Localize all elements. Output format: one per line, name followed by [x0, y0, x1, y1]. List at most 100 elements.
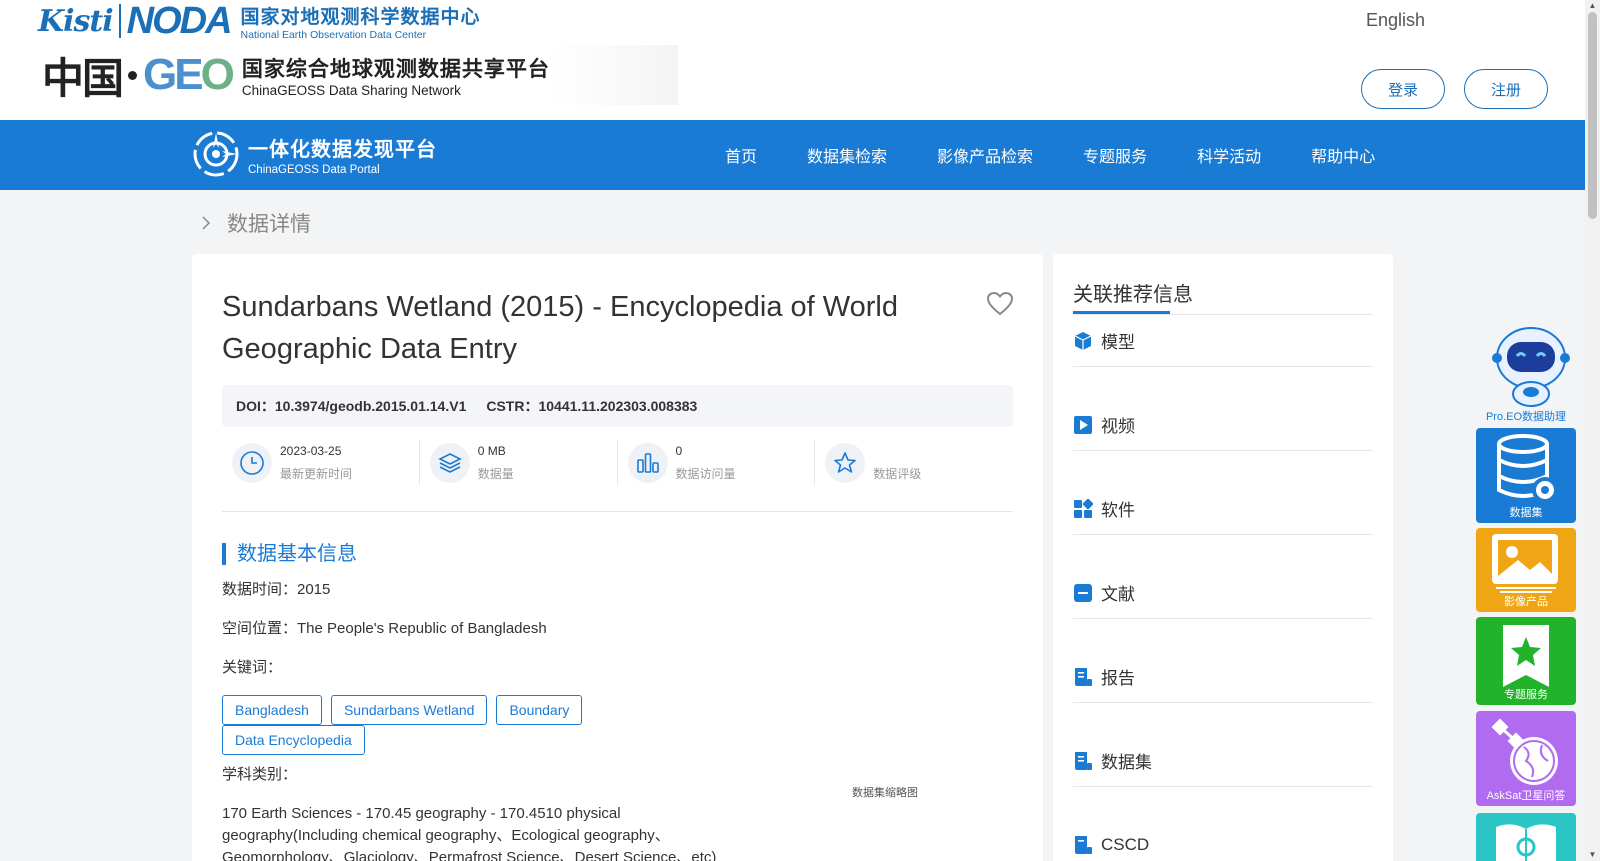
related-item-dataset[interactable]: 数据集 — [1073, 735, 1373, 787]
keyword-tag[interactable]: Data Encyclopedia — [222, 725, 365, 755]
nav-item-science[interactable]: 科学活动 — [1197, 143, 1261, 167]
related-item-label: 数据集 — [1101, 753, 1152, 772]
cstr-label: CSTR： — [486, 398, 539, 414]
related-item-model[interactable]: 模型 — [1073, 315, 1373, 367]
float-book-button[interactable] — [1476, 813, 1576, 861]
related-title: 关联推荐信息 — [1073, 284, 1193, 306]
portal-name-en: ChinaGEOSS Data Portal — [248, 163, 380, 176]
doi-label: DOI： — [236, 398, 275, 414]
stat-visits: 0 数据访问量 — [618, 440, 816, 485]
breadcrumb: 数据详情 — [201, 208, 311, 238]
bar-chart-icon — [627, 442, 668, 483]
related-item-label: 视频 — [1101, 417, 1135, 436]
related-item-report[interactable]: 报告 — [1073, 651, 1373, 703]
stat-label: 数据量 — [477, 466, 514, 481]
dataset-detail-panel: Sundarbans Wetland (2015) - Encyclopedia… — [192, 254, 1043, 861]
portal-logo-text: 一体化数据发现平台 ChinaGEOSS Data Portal — [248, 133, 437, 176]
spatial-location-field: 空间位置：The People's Republic of Bangladesh — [222, 620, 547, 637]
cstr-value[interactable]: 10441.11.202303.008383 — [538, 398, 697, 414]
geoss-name-cn: 国家综合地球观测数据共享平台 — [241, 57, 550, 81]
doi-value[interactable]: 10.3974/geodb.2015.01.14.V1 — [275, 398, 466, 414]
nav-item-thematic[interactable]: 专题服务 — [1083, 143, 1147, 167]
report-icon — [1073, 667, 1093, 687]
bookmark-star-icon — [1503, 625, 1549, 687]
image-gallery-icon — [1492, 534, 1558, 593]
scroll-thumb[interactable] — [1588, 12, 1597, 219]
keyword-tag[interactable]: Sundarbans Wetland — [330, 695, 488, 725]
clock-icon — [232, 442, 272, 483]
page-scrollbar[interactable]: ▲ ▼ — [1585, 0, 1600, 861]
scroll-down-arrow-icon[interactable]: ▼ — [1585, 849, 1600, 861]
geo-logo-o: O — [200, 50, 235, 99]
keyword-tag[interactable]: Boundary — [496, 695, 583, 725]
nav-item-image-search[interactable]: 影像产品检索 — [937, 143, 1033, 167]
stat-rating: 数据评级 — [815, 440, 1013, 485]
float-thematic-label: 专题服务 — [1504, 689, 1548, 701]
database-gear-icon — [1497, 434, 1558, 503]
subject-value: 170 Earth Sciences - 170.45 geography - … — [222, 805, 717, 861]
satellite-globe-icon — [1491, 718, 1558, 785]
keywords-label: 关键词： — [222, 659, 283, 676]
open-book-icon — [1496, 824, 1556, 861]
keyword-tags: Bangladesh Sundarbans Wetland Boundary D… — [222, 695, 602, 755]
related-item-cscd[interactable]: CSCD — [1073, 819, 1373, 861]
login-button[interactable]: 登录 — [1361, 69, 1445, 109]
related-item-video[interactable]: 视频 — [1073, 399, 1373, 451]
float-asksat-button[interactable]: AskSat卫星问答 — [1476, 711, 1576, 806]
related-item-label: 模型 — [1101, 333, 1135, 352]
geo-logo-mark: GEO — [143, 50, 235, 100]
site-header: Kisti NODA 国家对地观测科学数据中心 National Earth O… — [0, 0, 1585, 120]
stat-update-time: 2023-03-25 最新更新时间 — [222, 440, 420, 485]
stat-value — [873, 444, 921, 460]
china-logo-text: 中国 — [42, 53, 124, 103]
geoss-name-en: ChinaGEOSS Data Sharing Network — [241, 82, 461, 98]
video-icon — [1073, 415, 1093, 435]
nav-item-help[interactable]: 帮助中心 — [1311, 143, 1375, 167]
breadcrumb-current: 数据详情 — [227, 213, 311, 236]
chinageoss-logo[interactable]: 中国 GEO 国家综合地球观测数据共享平台 ChinaGEOSS Data Sh… — [42, 45, 678, 105]
nav-item-home[interactable]: 首页 — [725, 143, 757, 167]
stat-label: 数据评级 — [873, 466, 922, 481]
nav-menu: 首页 数据集检索 影像产品检索 专题服务 科学活动 帮助中心 — [700, 120, 1400, 190]
register-button[interactable]: 注册 — [1464, 69, 1548, 109]
logo-dot — [128, 70, 138, 80]
nav-item-dataset-search[interactable]: 数据集检索 — [807, 143, 887, 167]
data-time-field: 数据时间：2015 — [222, 581, 331, 598]
assistant-robot-button[interactable]: Pro.EO数据助理 — [1476, 322, 1576, 423]
keyword-tag[interactable]: Bangladesh — [222, 695, 322, 725]
dataset-title: Sundarbans Wetland (2015) - Encyclopedia… — [222, 291, 898, 365]
compass-logo-icon — [193, 131, 239, 177]
divider — [222, 511, 1013, 512]
geoss-logo-text: 国家综合地球观测数据共享平台 ChinaGEOSS Data Sharing N… — [242, 53, 550, 98]
related-title-underline — [1073, 311, 1170, 314]
related-item-label: 文献 — [1101, 585, 1135, 604]
section-title-basic-info: 数据基本信息 — [222, 543, 357, 565]
subject-label: 学科类别： — [222, 766, 298, 783]
apps-icon — [1073, 498, 1093, 519]
language-switch-link[interactable]: English — [1366, 10, 1425, 31]
related-item-label: CSCD — [1101, 835, 1150, 854]
stat-label: 最新更新时间 — [280, 466, 353, 481]
stat-label: 数据访问量 — [675, 466, 736, 481]
logo-separator — [118, 4, 121, 38]
float-dataset-button[interactable]: 数据集 — [1476, 428, 1576, 523]
stat-value: 2023-03-25 — [280, 443, 342, 458]
cube-icon — [1073, 331, 1093, 351]
favorite-heart-icon[interactable] — [986, 290, 1014, 318]
main-nav: 一体化数据发现平台 ChinaGEOSS Data Portal 首页 数据集检… — [0, 120, 1585, 190]
portal-logo[interactable]: 一体化数据发现平台 ChinaGEOSS Data Portal — [192, 130, 437, 178]
float-image-product-button[interactable]: 影像产品 — [1476, 528, 1576, 612]
doi-box: DOI： 10.3974/geodb.2015.01.14.V1 CSTR： 1… — [222, 385, 1013, 427]
noda-logo-mark: NODA — [126, 0, 233, 42]
scroll-up-arrow-icon[interactable]: ▲ — [1585, 0, 1600, 12]
noda-logo-text: 国家对地观测科学数据中心 National Earth Observation … — [241, 2, 481, 41]
thumbnail-label: 数据集缩略图 — [852, 787, 918, 799]
noda-name-cn: 国家对地观测科学数据中心 — [240, 6, 481, 28]
float-thematic-button[interactable]: 专题服务 — [1476, 617, 1576, 705]
cscd-icon — [1073, 835, 1093, 855]
noda-logo[interactable]: Kisti NODA 国家对地观测科学数据中心 National Earth O… — [38, 0, 481, 42]
related-item-literature[interactable]: 文献 — [1073, 567, 1373, 619]
related-item-software[interactable]: 软件 — [1073, 483, 1373, 535]
document-icon — [1073, 583, 1093, 603]
robot-icon — [1492, 327, 1570, 407]
